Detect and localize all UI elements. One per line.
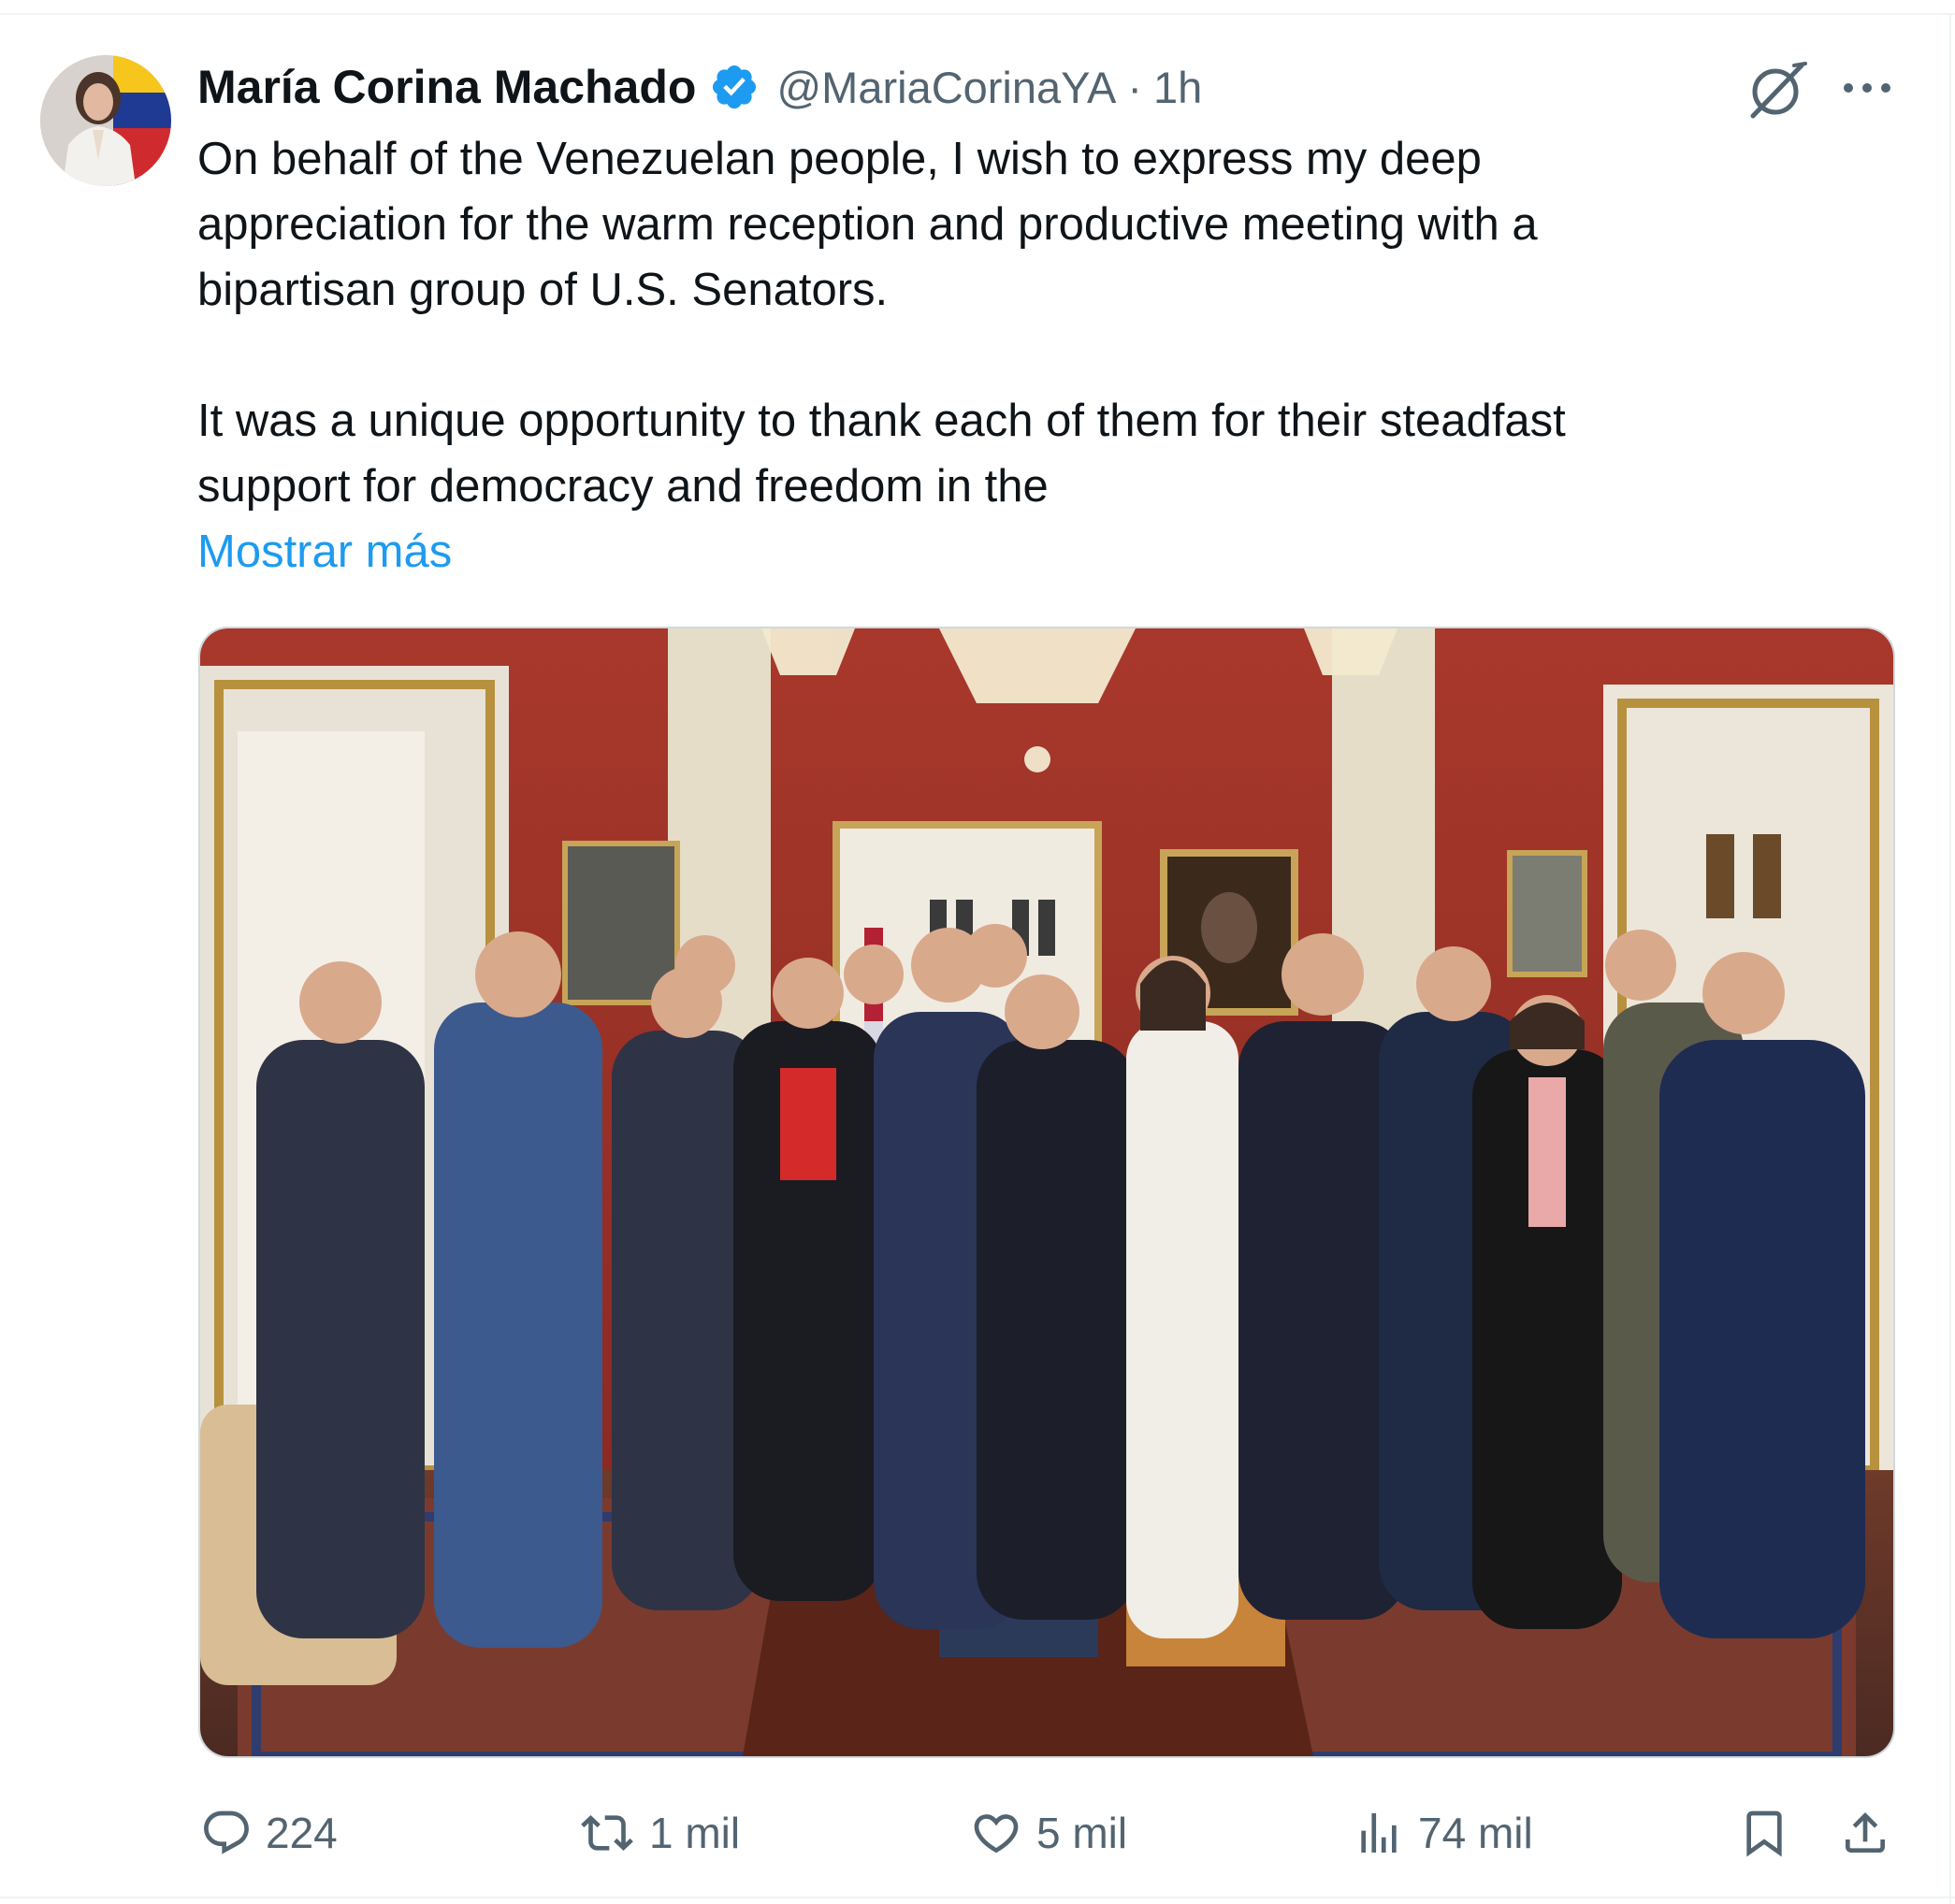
separator-dot: · <box>1127 62 1143 112</box>
display-name[interactable]: María Corina Machado <box>197 60 696 114</box>
repost-count: 1 mil <box>649 1809 741 1857</box>
photo-scene <box>200 628 1893 1756</box>
more-icon[interactable] <box>1839 71 1895 105</box>
tweet-header: María Corina Machado @MariaCorinaYA · 1h <box>197 54 1202 120</box>
timestamp[interactable]: 1h <box>1153 62 1202 113</box>
like-count: 5 mil <box>1036 1809 1128 1857</box>
tweet-text: On behalf of the Venezuelan people, I wi… <box>197 134 1566 512</box>
bottom-divider <box>0 1897 1955 1898</box>
top-divider <box>0 13 1955 15</box>
group-people <box>256 924 1865 1648</box>
tweet-photo[interactable] <box>198 627 1895 1758</box>
verified-badge-icon <box>713 65 757 109</box>
reply-icon <box>204 1810 249 1854</box>
share-icon <box>1846 1812 1885 1853</box>
like-button[interactable]: 5 mil <box>969 1796 1127 1870</box>
bookmark-icon <box>1746 1810 1782 1857</box>
views-chart-icon <box>1361 1813 1397 1853</box>
tweet-page: María Corina Machado @MariaCorinaYA · 1h… <box>0 0 1955 1904</box>
show-more-link[interactable]: Mostrar más <box>197 519 452 584</box>
reply-button[interactable]: 224 <box>200 1796 338 1870</box>
avatar[interactable] <box>40 55 171 186</box>
repost-button[interactable]: 1 mil <box>578 1796 740 1870</box>
avatar-image <box>40 55 171 186</box>
bookmark-button[interactable] <box>1738 1796 1790 1870</box>
repost-icon <box>581 1815 633 1851</box>
heart-icon <box>974 1814 1019 1854</box>
reply-count: 224 <box>266 1809 338 1857</box>
views-count: 74 mil <box>1418 1809 1533 1857</box>
action-bar: 224 1 mil 5 mil 74 mil <box>0 1796 1955 1870</box>
grok-icon[interactable] <box>1745 60 1811 120</box>
right-divider <box>1949 13 1951 1904</box>
share-button[interactable] <box>1839 1796 1891 1870</box>
views-button[interactable]: 74 mil <box>1353 1796 1533 1870</box>
author-handle[interactable]: @MariaCorinaYA <box>776 62 1116 113</box>
